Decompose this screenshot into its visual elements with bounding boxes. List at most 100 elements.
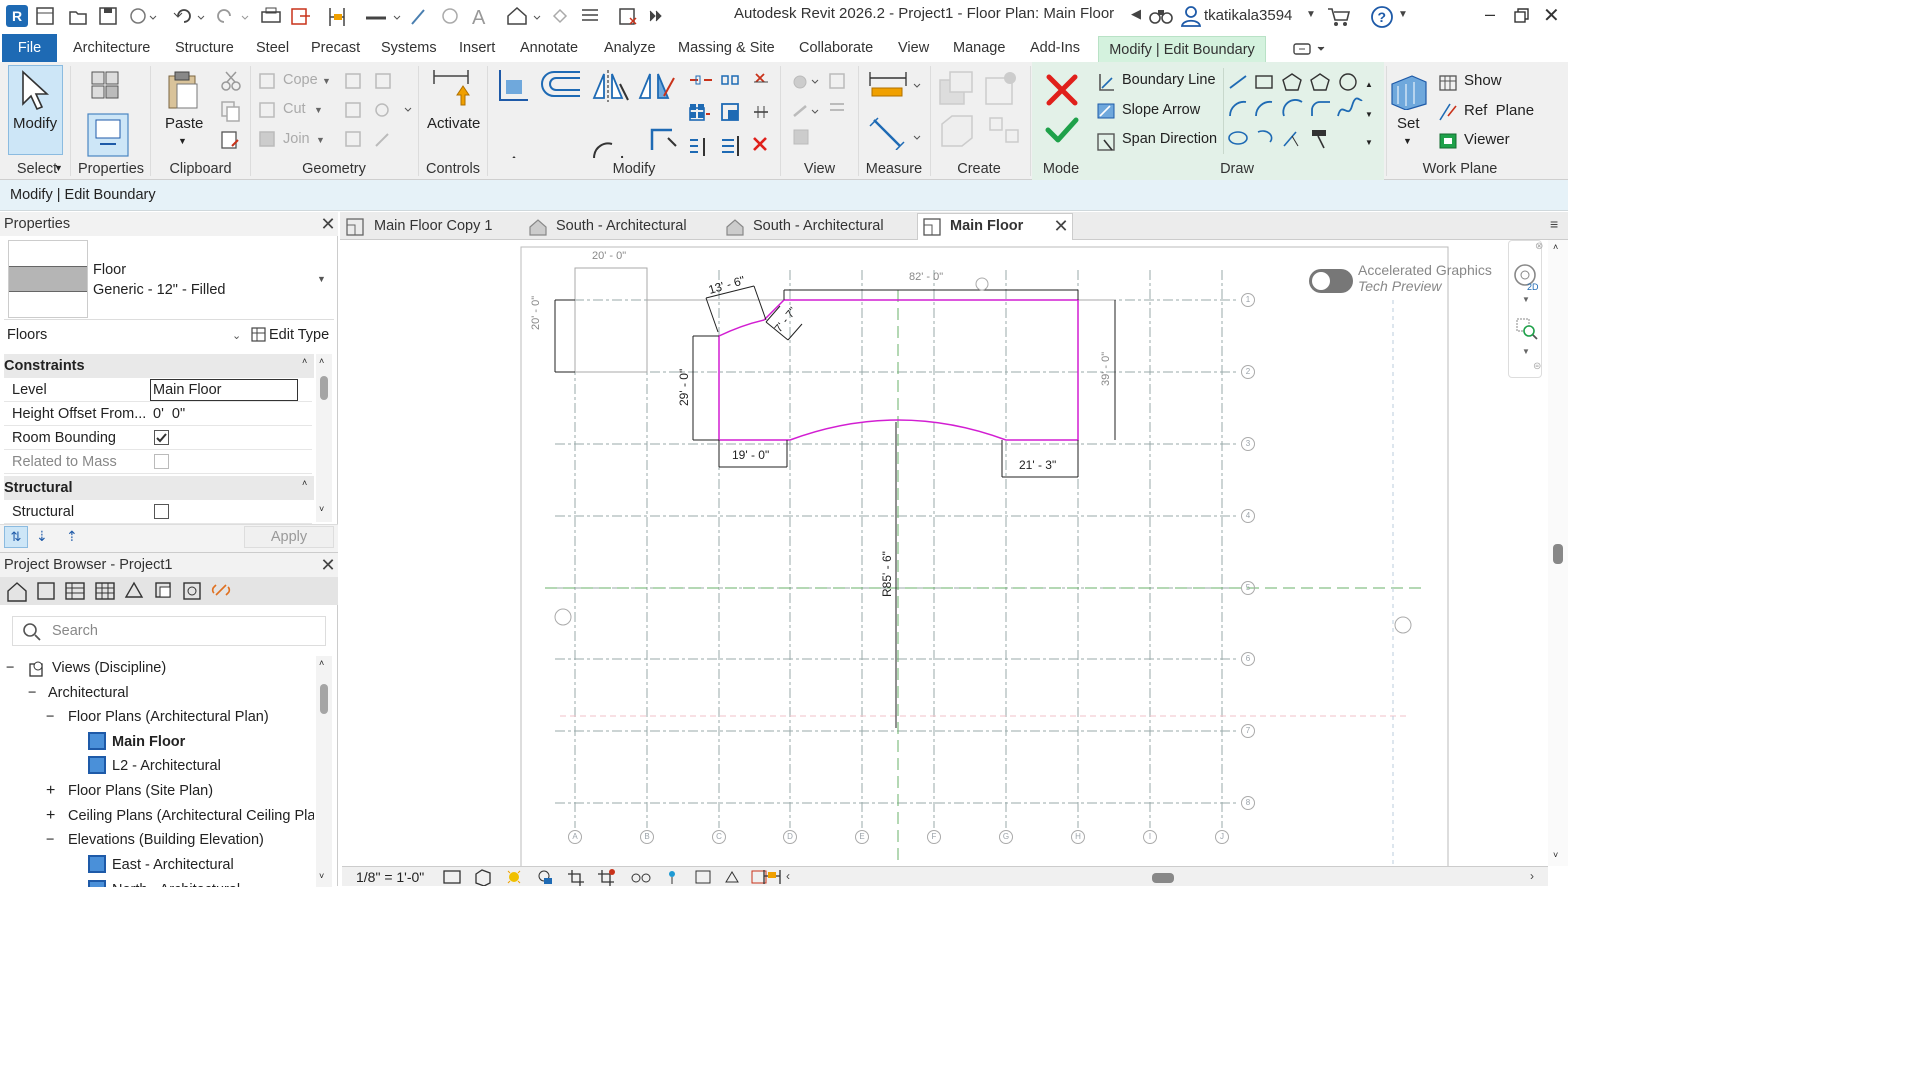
scroll-up-icon[interactable]: ˄	[319, 658, 324, 668]
tab-collaborate[interactable]: Collaborate	[799, 34, 873, 62]
temporary-hide-icon[interactable]	[631, 873, 651, 883]
nav-bar-options-icon[interactable]: ⊜	[1533, 361, 1541, 372]
sort-descending-icon[interactable]: ⇡	[66, 528, 78, 545]
section-constraints[interactable]: Constraints	[4, 354, 314, 378]
accelerated-graphics-toggle[interactable]	[1309, 269, 1353, 293]
wheel-dropdown-icon[interactable]: ▼	[1522, 295, 1530, 304]
grid-bubble-c[interactable]: C	[712, 830, 726, 844]
sun-path-icon[interactable]	[507, 870, 521, 884]
rotate-icon[interactable]	[593, 142, 624, 158]
viewer-button[interactable]: Viewer	[1464, 131, 1510, 148]
cope-label[interactable]: Cope	[283, 72, 318, 88]
grid-bubble-j[interactable]: J	[1215, 830, 1229, 844]
open-icon[interactable]	[69, 11, 87, 25]
collapse-structural-icon[interactable]: ˄	[302, 478, 307, 488]
align-icon[interactable]	[499, 70, 528, 101]
section-icon[interactable]	[552, 8, 568, 24]
collapse-constraints-icon[interactable]: ˄	[302, 356, 307, 366]
default-3d-icon[interactable]	[507, 6, 541, 25]
measure-between-icon[interactable]	[869, 72, 921, 97]
cut-dropdown-icon[interactable]: ▼	[314, 105, 323, 115]
tab-file[interactable]: File	[2, 34, 57, 62]
join-label[interactable]: Join	[283, 131, 310, 147]
array-icon[interactable]	[690, 104, 704, 118]
tab-annotate[interactable]: Annotate	[520, 34, 578, 62]
join-icon[interactable]	[259, 131, 275, 147]
grid-bubble-h[interactable]: H	[1071, 830, 1085, 844]
reveal-icon[interactable]	[830, 103, 844, 111]
close-window-button[interactable]: ✕	[1543, 3, 1560, 28]
trim-extend-corner-icon[interactable]	[650, 128, 677, 150]
shadows-icon[interactable]	[538, 870, 552, 884]
boundary-line-button[interactable]: Boundary Line	[1122, 72, 1216, 88]
help-dropdown-icon[interactable]: ▼	[1398, 9, 1408, 20]
cope-icon[interactable]	[259, 73, 275, 89]
properties-icon[interactable]	[86, 68, 132, 158]
inscribed-polygon-icon[interactable]	[1282, 73, 1302, 91]
redo-icon[interactable]	[217, 9, 249, 23]
pick-walls-icon[interactable]	[1312, 130, 1326, 149]
set-dropdown-icon[interactable]: ▼	[1403, 136, 1412, 146]
match-properties-icon[interactable]	[221, 131, 239, 149]
tree-north-architectural[interactable]: North - Architectural	[112, 878, 240, 887]
grid-bubble-7[interactable]: 7	[1241, 724, 1255, 738]
tree-expand-icon[interactable]: +	[46, 804, 55, 828]
grid-bubble-5[interactable]: 5	[1241, 581, 1255, 595]
tree-ceiling-plans[interactable]: Ceiling Plans (Architectural Ceiling Pla	[68, 804, 314, 828]
circle-icon[interactable]	[1339, 73, 1357, 91]
tree-collapse-icon[interactable]: −	[46, 828, 54, 852]
category-filter[interactable]: Floors	[7, 327, 47, 343]
tree-floor-plans-site[interactable]: Floor Plans (Site Plan)	[68, 779, 213, 803]
tree-floor-plans-architectural[interactable]: Floor Plans (Architectural Plan)	[68, 705, 269, 729]
user-dropdown-icon[interactable]: ▼	[1306, 9, 1316, 20]
unjoin-icon[interactable]	[345, 131, 361, 147]
linework-icon[interactable]	[793, 105, 819, 117]
pin-icon[interactable]	[754, 106, 768, 118]
zoom-region-icon[interactable]	[1515, 317, 1539, 341]
dimension-control-icon[interactable]	[975, 277, 989, 291]
scroll-down-icon[interactable]: ˅	[319, 504, 324, 514]
undo-icon[interactable]	[173, 9, 205, 23]
tab-main-floor[interactable]: Main Floor	[950, 213, 1023, 239]
slope-arrow-button[interactable]: Slope Arrow	[1122, 102, 1200, 118]
copy-icon[interactable]	[221, 101, 240, 122]
username[interactable]: tkatikala3594	[1204, 7, 1292, 24]
tree-l2-architectural[interactable]: L2 - Architectural	[112, 754, 221, 778]
user-icon[interactable]	[1180, 4, 1202, 28]
crop-view-icon[interactable]	[568, 870, 584, 886]
create-assembly-icon[interactable]	[939, 71, 973, 105]
tree-collapse-icon[interactable]: −	[46, 705, 54, 729]
detail-level-icon[interactable]	[443, 870, 461, 884]
edit-type-icon[interactable]	[251, 327, 267, 343]
center-ends-arc-icon[interactable]	[1255, 100, 1273, 117]
properties-scrollbar[interactable]: ˄ ˅	[316, 354, 332, 522]
level-field[interactable]: Main Floor	[150, 379, 298, 401]
grid-bubble-f[interactable]: F	[927, 830, 941, 844]
offset-icon[interactable]	[541, 71, 580, 97]
close-view-tab-button[interactable]: ✕	[1053, 217, 1069, 235]
paste-dropdown-icon[interactable]: ▼	[178, 136, 187, 146]
grid-bubble-4[interactable]: 4	[1241, 509, 1255, 523]
grid-bubble-i[interactable]: I	[1143, 830, 1157, 844]
browser-scroll-thumb[interactable]	[320, 684, 328, 714]
tab-steel[interactable]: Steel	[256, 34, 289, 62]
worksharing-icon[interactable]	[695, 870, 711, 884]
restore-button[interactable]	[1514, 8, 1530, 24]
tab-architecture[interactable]: Architecture	[73, 34, 150, 62]
properties-scroll-thumb[interactable]	[320, 376, 328, 400]
tab-add-ins[interactable]: Add-Ins	[1030, 34, 1080, 62]
show-work-plane-icon[interactable]	[1439, 75, 1457, 91]
tree-collapse-icon[interactable]: −	[28, 681, 36, 705]
project-browser-close-button[interactable]: ✕	[320, 556, 336, 574]
rectangle-icon[interactable]	[1255, 75, 1273, 89]
draw-expand-icon[interactable]: ▼	[1365, 138, 1373, 147]
ellipse-icon[interactable]	[1228, 131, 1248, 145]
tree-east-architectural[interactable]: East - Architectural	[112, 853, 234, 877]
grid-bubble-1[interactable]: 1	[1241, 293, 1255, 307]
scale-icon[interactable]	[721, 103, 739, 121]
apply-button[interactable]: Apply	[244, 526, 334, 548]
export-icon[interactable]	[291, 8, 310, 25]
tab-analyze[interactable]: Analyze	[604, 34, 656, 62]
tree-collapse-icon[interactable]: −	[6, 656, 14, 680]
elevation-marker-west[interactable]	[554, 608, 572, 626]
